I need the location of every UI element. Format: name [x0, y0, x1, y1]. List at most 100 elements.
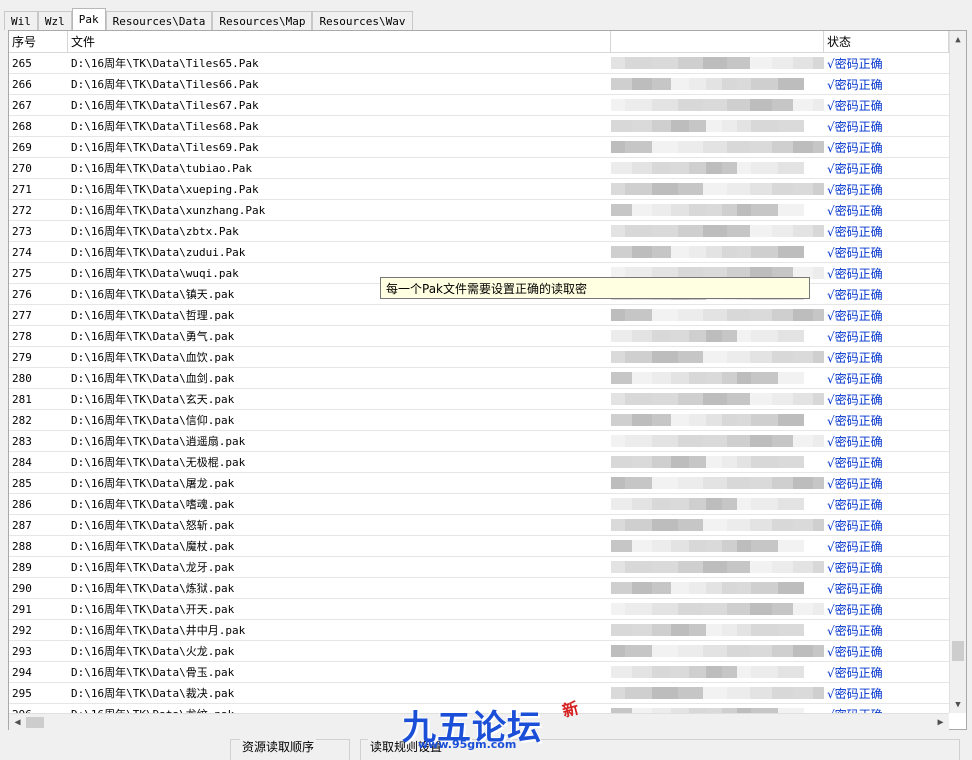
redaction-block	[737, 456, 751, 468]
table-row[interactable]: 272 D:\16周年\TK\Data\xunzhang.Pak √密码正确	[9, 200, 949, 221]
table-row[interactable]: 284 D:\16周年\TK\Data\无极棍.pak √密码正确	[9, 452, 949, 473]
tab-1[interactable]: Wzl	[37, 11, 72, 30]
redaction-block	[611, 393, 625, 405]
table-row[interactable]: 281 D:\16周年\TK\Data\玄天.pak √密码正确	[9, 389, 949, 410]
redaction-block	[703, 351, 727, 363]
row-number: 278	[12, 329, 32, 343]
table-row[interactable]: 267 D:\16周年\TK\Data\Tiles67.Pak √密码正确	[9, 95, 949, 116]
redaction-block	[689, 246, 706, 258]
tab-3[interactable]: Resources\Data	[105, 11, 213, 30]
redaction-block	[750, 225, 772, 237]
redaction-block	[625, 603, 652, 615]
redaction-block	[671, 372, 689, 384]
redaction-block	[706, 120, 722, 132]
redaction-block	[813, 519, 824, 531]
table-row[interactable]: 288 D:\16周年\TK\Data\魔杖.pak √密码正确	[9, 536, 949, 557]
redaction-block	[813, 561, 824, 573]
scroll-up-icon[interactable]: ▲	[950, 31, 966, 48]
table-row[interactable]: 277 D:\16周年\TK\Data\哲理.pak √密码正确	[9, 305, 949, 326]
row-file-path: D:\16周年\TK\Data\无极棍.pak	[71, 456, 246, 469]
table-row[interactable]: 266 D:\16周年\TK\Data\Tiles66.Pak √密码正确	[9, 74, 949, 95]
redaction-block	[793, 519, 813, 531]
redaction-block	[611, 351, 625, 363]
redaction-block	[671, 456, 689, 468]
table-row[interactable]: 271 D:\16周年\TK\Data\xueping.Pak √密码正确	[9, 179, 949, 200]
redaction-block	[652, 225, 678, 237]
tab-4[interactable]: Resources\Map	[212, 11, 313, 30]
column-header-status[interactable]: 状态	[824, 31, 949, 53]
table-row[interactable]: 285 D:\16周年\TK\Data\屠龙.pak √密码正确	[9, 473, 949, 494]
row-number: 270	[12, 161, 32, 175]
table-row[interactable]: 283 D:\16周年\TK\Data\逍遥扇.pak √密码正确	[9, 431, 949, 452]
table-row[interactable]: 292 D:\16周年\TK\Data\井中月.pak √密码正确	[9, 620, 949, 641]
row-number: 279	[12, 350, 32, 364]
redaction-block	[611, 561, 625, 573]
table-row[interactable]: 291 D:\16周年\TK\Data\开天.pak √密码正确	[9, 599, 949, 620]
redaction-block	[625, 687, 652, 699]
scroll-right-icon[interactable]: ▶	[932, 714, 949, 731]
horizontal-scroll-thumb[interactable]	[26, 717, 44, 728]
table-row[interactable]: 290 D:\16周年\TK\Data\炼狱.pak √密码正确	[9, 578, 949, 599]
table-row[interactable]: 273 D:\16周年\TK\Data\zbtx.Pak √密码正确	[9, 221, 949, 242]
redaction-block	[625, 477, 652, 489]
redaction-block	[751, 414, 778, 426]
tab-5[interactable]: Resources\Wav	[312, 11, 413, 30]
row-status: √密码正确	[827, 266, 883, 281]
table-row[interactable]: 278 D:\16周年\TK\Data\勇气.pak √密码正确	[9, 326, 949, 347]
redaction-block	[703, 57, 727, 69]
redaction-block	[706, 540, 722, 552]
table-row[interactable]: 280 D:\16周年\TK\Data\血剑.pak √密码正确	[9, 368, 949, 389]
redaction-block	[678, 351, 703, 363]
table-row[interactable]: 269 D:\16周年\TK\Data\Tiles69.Pak √密码正确	[9, 137, 949, 158]
redaction-block	[813, 435, 824, 447]
table-row[interactable]: 293 D:\16周年\TK\Data\火龙.pak √密码正确	[9, 641, 949, 662]
vertical-scroll-thumb[interactable]	[952, 641, 964, 661]
row-password-redacted	[611, 431, 824, 451]
scroll-left-icon[interactable]: ◀	[9, 714, 26, 731]
column-header-number[interactable]: 序号	[9, 31, 68, 53]
redaction-block	[632, 666, 652, 678]
table-row[interactable]: 286 D:\16周年\TK\Data\嗜魂.pak √密码正确	[9, 494, 949, 515]
tab-0[interactable]: Wil	[4, 11, 38, 30]
row-number: 276	[12, 287, 32, 301]
tab-2[interactable]: Pak	[71, 8, 106, 30]
vertical-scrollbar[interactable]: ▲ ▼	[949, 31, 966, 713]
redaction-block	[778, 414, 804, 426]
redaction-block	[611, 120, 632, 132]
column-header-password[interactable]	[611, 31, 824, 53]
table-row[interactable]: 274 D:\16周年\TK\Data\zudui.Pak √密码正确	[9, 242, 949, 263]
redaction-block	[722, 498, 737, 510]
row-file-path: D:\16周年\TK\Data\怒斩.pak	[71, 519, 235, 532]
redaction-block	[813, 645, 824, 657]
row-file-path: D:\16周年\TK\Data\井中月.pak	[71, 624, 246, 637]
table-row[interactable]: 287 D:\16周年\TK\Data\怒斩.pak √密码正确	[9, 515, 949, 536]
row-password-redacted	[611, 179, 824, 199]
redaction-block	[727, 141, 750, 153]
redaction-block	[632, 498, 652, 510]
table-row[interactable]: 268 D:\16周年\TK\Data\Tiles68.Pak √密码正确	[9, 116, 949, 137]
redaction-block	[652, 666, 671, 678]
redaction-block	[632, 582, 652, 594]
redaction-block	[611, 456, 632, 468]
row-password-redacted	[611, 158, 824, 178]
redaction-block	[611, 435, 625, 447]
redaction-block	[652, 246, 671, 258]
redaction-block	[706, 78, 722, 90]
scroll-down-icon[interactable]: ▼	[950, 696, 966, 713]
redaction-block	[632, 414, 652, 426]
redaction-block	[652, 162, 671, 174]
redaction-block	[689, 498, 706, 510]
tooltip: 每一个Pak文件需要设置正确的读取密	[380, 277, 810, 299]
redaction-block	[652, 99, 678, 111]
table-row[interactable]: 265 D:\16周年\TK\Data\Tiles65.Pak √密码正确	[9, 53, 949, 74]
column-header-file[interactable]: 文件	[68, 31, 611, 53]
table-row[interactable]: 279 D:\16周年\TK\Data\血饮.pak √密码正确	[9, 347, 949, 368]
table-row[interactable]: 289 D:\16周年\TK\Data\龙牙.pak √密码正确	[9, 557, 949, 578]
table-row[interactable]: 270 D:\16周年\TK\Data\tubiao.Pak √密码正确	[9, 158, 949, 179]
redaction-block	[737, 540, 751, 552]
redaction-block	[772, 141, 793, 153]
table-row[interactable]: 282 D:\16周年\TK\Data\信仰.pak √密码正确	[9, 410, 949, 431]
row-number: 288	[12, 539, 32, 553]
table-row[interactable]: 294 D:\16周年\TK\Data\骨玉.pak √密码正确	[9, 662, 949, 683]
redaction-block	[678, 183, 703, 195]
